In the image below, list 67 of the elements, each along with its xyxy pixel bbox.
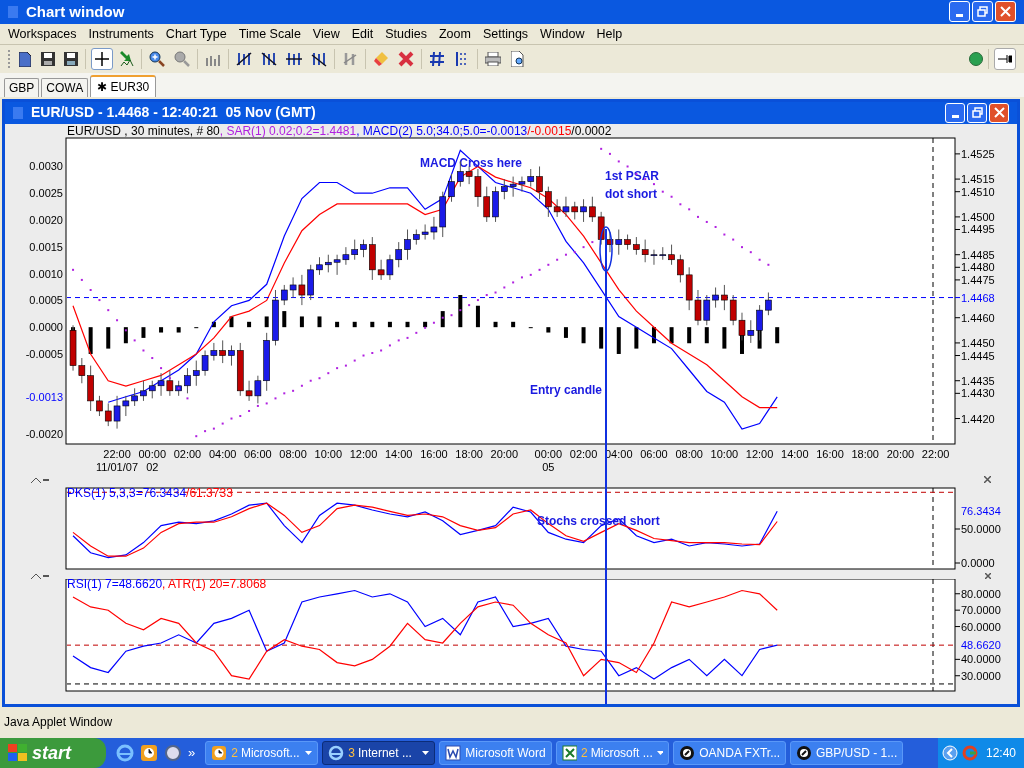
- axis-label: 02:00: [173, 447, 202, 460]
- axis-label: 1.4515: [961, 172, 995, 185]
- axis-label: 08:00: [279, 447, 307, 460]
- axis-label: 1.4435: [961, 374, 995, 387]
- axis-label: 0.0030: [29, 159, 63, 172]
- axis-label: 1.4445: [961, 349, 995, 362]
- axis-label: -0.0005: [25, 347, 63, 360]
- axis-label: 48.6620: [961, 638, 1001, 651]
- axis-label: 1.4430: [961, 386, 995, 399]
- axis-label: 1.4495: [961, 223, 995, 235]
- axis-label: 50.0000: [961, 522, 1001, 535]
- axis-label: 00:00 02: [138, 447, 167, 473]
- axis-label: 0.0015: [29, 240, 63, 253]
- axis-label: 40.0000: [961, 652, 1001, 665]
- axis-label: 80.0000: [961, 587, 1001, 600]
- axis-label: 30.0000: [961, 669, 1001, 682]
- axis-label: 0.0000: [961, 556, 995, 569]
- axis-label: 1.4485: [961, 248, 995, 261]
- status-text: Java Applet Window: [4, 714, 113, 732]
- axis-label: 16:00: [420, 447, 448, 460]
- axis-label: 20:00: [886, 447, 915, 460]
- chart-legend: EUR/USD , 30 minutes, # 80, SAR(1) 0.02;0.2=1.4481, MACD(2) 5.0;34.0;5.0=-0.0013/-0.0015/0.0002: [67, 123, 612, 138]
- axis-label: 02:00: [569, 447, 598, 460]
- axis-label: 20:00: [490, 447, 519, 460]
- axis-label: 1.4510: [961, 185, 995, 198]
- axis-label: 60.0000: [961, 620, 1001, 633]
- axis-label: 22:00 11/01/07: [96, 447, 139, 473]
- axis-label: 06:00: [640, 447, 668, 460]
- annotation-text: 1st PSAR: [605, 168, 660, 183]
- chart-window-title: EUR/USD - 1.4468 - 12:40:21 05 Nov (GMT): [31, 103, 317, 122]
- axis-label: 1.4480: [961, 260, 995, 273]
- axis-label: 00:00 05: [534, 447, 563, 473]
- axis-label: 14:00: [384, 447, 413, 460]
- axis-label: 0.0020: [29, 213, 63, 226]
- clock-text: 12:40: [986, 745, 1017, 762]
- axis-label: 18:00: [851, 447, 879, 460]
- axis-label: -0.0020: [25, 427, 63, 440]
- axis-label: 0.0005: [29, 293, 63, 306]
- axis-label: 0.0010: [29, 267, 63, 280]
- axis-label: 1.4500: [961, 210, 995, 223]
- axis-label: 10:00: [710, 447, 739, 460]
- axis-label: -0.0013: [25, 390, 63, 403]
- axis-label: 1.4525: [961, 147, 995, 160]
- axis-label: 1.4475: [961, 273, 995, 286]
- chart-legend: PKS(1) 5,3,3=76.3434/61.3733: [67, 485, 233, 500]
- axis-label: 22:00: [921, 447, 950, 460]
- axis-label: 70.0000: [961, 603, 1001, 616]
- axis-label: 06:00: [244, 447, 272, 460]
- axis-label: 18:00: [455, 447, 483, 460]
- axis-label: 04:00: [208, 447, 237, 460]
- axis-label: 12:00: [745, 447, 774, 460]
- axis-label: 12:00: [349, 447, 378, 460]
- axis-label: 1.4460: [961, 311, 995, 324]
- chart-legend: RSI(1) 7=48.6620, ATR(1) 20=7.8068: [67, 578, 267, 591]
- axis-label: 14:00: [781, 447, 809, 460]
- axis-label: 1.4468: [961, 291, 995, 304]
- axis-label: 1.4420: [961, 412, 995, 425]
- axis-label: 0.0000: [29, 320, 63, 333]
- axis-label: 76.3434: [961, 504, 1001, 517]
- axis-label: 1.4450: [961, 336, 995, 349]
- annotation-text: Entry candle: [530, 382, 603, 397]
- axis-label: 10:00: [314, 447, 343, 460]
- axis-label: 08:00: [675, 447, 703, 460]
- axis-label: 16:00: [816, 447, 844, 460]
- annotation-text: dot short: [605, 186, 657, 201]
- window-title: Chart window: [26, 1, 126, 22]
- axis-label: 0.0025: [29, 186, 63, 199]
